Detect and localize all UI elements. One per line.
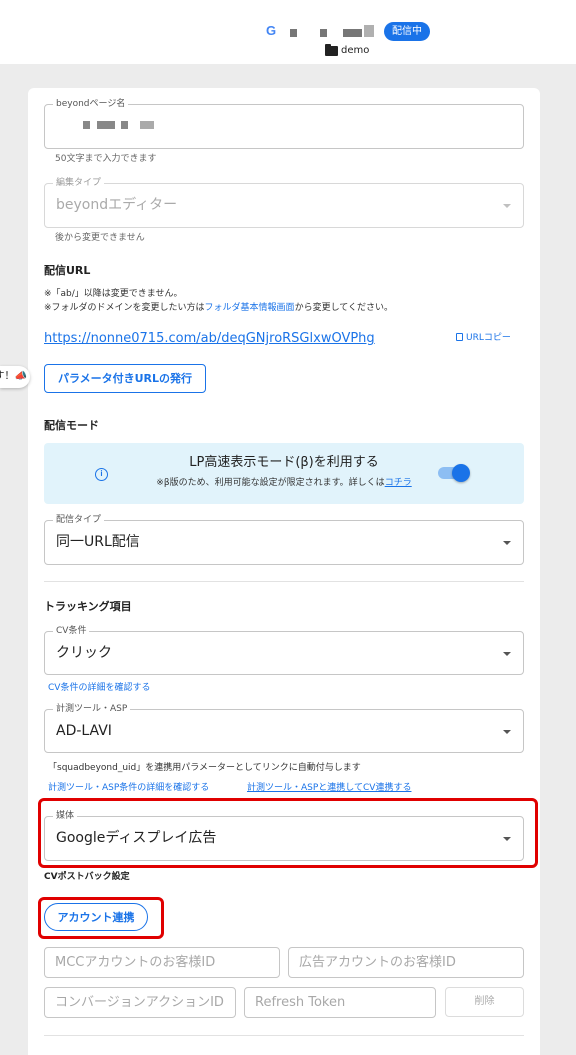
top-bar: G 配信中 demo [0, 0, 576, 64]
redacted-text [343, 29, 362, 37]
redacted-text [320, 29, 327, 37]
redacted-text [140, 121, 154, 129]
delivery-type-label: 配信タイプ [53, 513, 105, 527]
measurement-tool-select[interactable]: 計測ツール・ASP AD-LAVI [44, 702, 524, 753]
measurement-tool-label: 計測ツール・ASP [53, 702, 131, 716]
redacted-text [364, 25, 374, 37]
flyout-text: す！📣 [0, 371, 27, 382]
page-name-field[interactable]: beyondページ名 [44, 97, 524, 149]
page-name-label: beyondページ名 [53, 97, 129, 111]
status-badge: 配信中 [384, 22, 430, 41]
tracking-heading: トラッキング項目 [44, 600, 132, 613]
url-note-2-text: ※フォルダのドメインを変更したい方は [44, 303, 205, 313]
mcc-customer-id-input[interactable] [44, 947, 280, 978]
delivery-url-heading: 配信URL [44, 264, 91, 277]
side-flyout[interactable]: す！📣 [0, 366, 30, 388]
refresh-token-input[interactable] [244, 987, 436, 1018]
account-link-button[interactable]: アカウント連携 [44, 903, 148, 931]
chevron-down-icon [503, 652, 511, 656]
details-link[interactable]: コチラ [385, 478, 412, 488]
section-divider [44, 581, 524, 582]
cv-condition-value: クリック [56, 645, 112, 661]
folder-info-link[interactable]: フォルダ基本情報画面 [205, 303, 295, 313]
url-copy-button[interactable]: URLコピー [456, 331, 511, 345]
url-note-1: ※「ab/」以降は変更できません。 [44, 289, 183, 299]
lp-fast-mode-toggle[interactable] [438, 464, 470, 482]
media-select[interactable]: 媒体 Googleディスプレイ広告 [44, 809, 524, 861]
redacted-text [83, 121, 90, 129]
cv-condition-label: CV条件 [53, 624, 90, 638]
chevron-down-icon [503, 837, 511, 841]
cv-condition-details-link[interactable]: CV条件の詳細を確認する [48, 682, 150, 695]
edit-type-help: 後から変更できません [55, 233, 145, 243]
chevron-down-icon [503, 730, 511, 734]
conversion-action-id-input[interactable] [44, 987, 236, 1018]
tool-parameter-note: 「squadbeyond_uid」を連携用パラメーターとしてリンクに自動付与しま… [48, 763, 361, 773]
chevron-down-icon [503, 204, 511, 208]
lp-fast-mode-note-text: ※β版のため、利用可能な設定が限定されます。詳しくは [156, 478, 385, 488]
lp-fast-mode-banner: i LP高速表示モード(β)を利用する ※β版のため、利用可能な設定が限定されま… [44, 443, 524, 504]
media-label: 媒体 [53, 809, 78, 823]
parameter-url-button[interactable]: パラメータ付きURLの発行 [44, 364, 206, 393]
cv-condition-select[interactable]: CV条件 クリック [44, 624, 524, 675]
edit-type-label: 編集タイプ [53, 176, 105, 190]
tool-details-link[interactable]: 計測ツール・ASP条件の詳細を確認する [48, 782, 209, 795]
redacted-text [97, 121, 115, 129]
delivery-url-link[interactable]: https://nonne0715.com/ab/deqGNjroRSGlxwO… [44, 330, 375, 348]
delivery-type-value: 同一URL配信 [56, 534, 140, 550]
redacted-text [121, 121, 128, 129]
tool-cv-integration-link[interactable]: 計測ツール・ASPと連携してCV連携する [247, 782, 411, 795]
chevron-down-icon [503, 541, 511, 545]
url-note-2: ※フォルダのドメインを変更したい方はフォルダ基本情報画面から変更してください。 [44, 302, 393, 315]
cv-postback-heading: CVポストバック設定 [44, 872, 130, 882]
page-name-help: 50文字まで入力できます [55, 154, 157, 164]
section-divider [44, 1035, 524, 1036]
folder-name[interactable]: demo [341, 44, 369, 58]
delete-button[interactable]: 削除 [445, 987, 524, 1017]
copy-icon [456, 333, 463, 341]
edit-type-value: beyondエディター [56, 197, 178, 213]
url-note-2-tail: から変更してください。 [294, 303, 394, 313]
toggle-knob [452, 464, 470, 482]
url-copy-label: URLコピー [466, 333, 511, 343]
delivery-type-select[interactable]: 配信タイプ 同一URL配信 [44, 513, 524, 565]
google-icon: G [266, 23, 277, 38]
redacted-text [290, 29, 297, 37]
folder-icon [325, 44, 338, 56]
delivery-mode-heading: 配信モード [44, 419, 99, 432]
measurement-tool-value: AD-LAVI [56, 723, 112, 739]
media-value: Googleディスプレイ広告 [56, 830, 217, 846]
ad-account-customer-id-input[interactable] [288, 947, 524, 978]
edit-type-select: 編集タイプ beyondエディター [44, 176, 524, 228]
